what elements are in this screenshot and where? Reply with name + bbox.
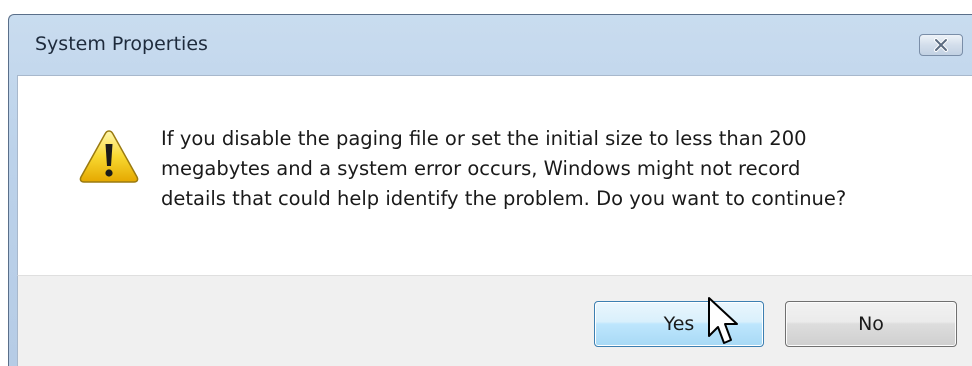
system-properties-dialog: System Properties If you disable the pag… <box>8 14 972 366</box>
dialog-content: If you disable the paging file or set th… <box>17 75 972 275</box>
message-line: megabytes and a system error occurs, Win… <box>161 157 801 180</box>
message-line: details that could help identify the pro… <box>161 187 847 210</box>
close-button[interactable] <box>919 34 963 56</box>
window-title: System Properties <box>35 33 208 55</box>
dialog-button-bar: Yes No <box>17 275 972 366</box>
dialog-message: If you disable the paging file or set th… <box>161 124 951 214</box>
message-line: If you disable the paging file or set th… <box>161 127 807 150</box>
no-button[interactable]: No <box>785 301 957 347</box>
screen: System Properties If you disable the pag… <box>0 0 972 366</box>
warning-icon <box>79 130 139 183</box>
close-icon <box>934 38 948 52</box>
mouse-pointer-icon <box>708 297 738 344</box>
